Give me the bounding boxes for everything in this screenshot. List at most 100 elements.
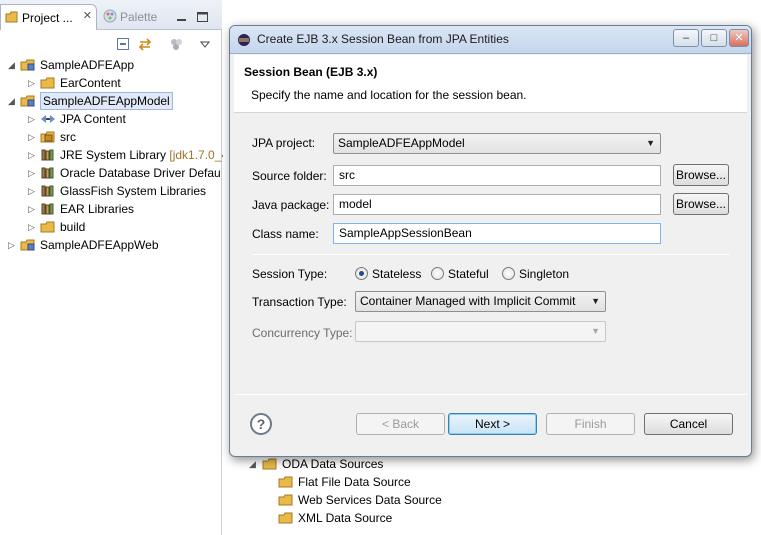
tree-item-label: src (60, 130, 76, 144)
java-package-field[interactable]: model (333, 194, 661, 215)
folder-icon (5, 10, 19, 24)
concurrency-type-select: ▼ (355, 321, 606, 342)
folder-icon (278, 475, 294, 489)
tree-item-label: JRE System Library [jdk1.7.0_4 (60, 148, 229, 162)
expanded-arrow-icon[interactable]: ◢ (249, 455, 256, 473)
tree-item-decoration: [jdk1.7.0_4 (169, 148, 229, 162)
palette-icon (103, 9, 117, 23)
transaction-type-label: Transaction Type: (252, 295, 347, 309)
dialog-titlebar[interactable]: Create EJB 3.x Session Bean from JPA Ent… (230, 26, 751, 54)
stateful-radio[interactable] (431, 267, 444, 280)
collapsed-arrow-icon[interactable]: ▷ (28, 182, 38, 200)
java-package-label: Java package: (252, 198, 330, 212)
tree-item-label: EAR Libraries (60, 202, 135, 216)
collapsed-arrow-icon[interactable]: ▷ (28, 146, 38, 164)
jpa-icon (40, 112, 56, 126)
link-with-editor-icon[interactable] (138, 37, 152, 51)
close-button[interactable]: ✕ (729, 29, 749, 47)
tab-project-explorer[interactable]: Project ... ✕ (0, 4, 97, 30)
folder-icon (40, 76, 56, 90)
collapsed-arrow-icon[interactable]: ▷ (28, 200, 38, 218)
library-icon (40, 184, 56, 198)
filter-icon[interactable] (169, 37, 183, 51)
view-menu-icon[interactable] (198, 37, 212, 51)
chevron-down-icon: ▼ (591, 326, 600, 336)
wizard-content: JPA project: SampleADFEAppModel ▼ Source… (234, 114, 747, 398)
collapsed-arrow-icon[interactable]: ▷ (28, 110, 38, 128)
explorer-toolbar (0, 31, 222, 55)
dialog-title: Create EJB 3.x Session Bean from JPA Ent… (257, 32, 509, 46)
session-type-label: Session Type: (252, 267, 328, 281)
folder-icon (40, 220, 56, 234)
folder-icon (278, 511, 294, 525)
collapsed-arrow-icon[interactable]: ▷ (28, 74, 38, 92)
minimize-view-icon[interactable] (176, 11, 187, 21)
create-session-bean-dialog: Create EJB 3.x Session Bean from JPA Ent… (229, 25, 752, 457)
tree-item-label: SampleADFEAppWeb (40, 238, 159, 252)
source-folder-field[interactable]: src (333, 165, 661, 186)
singleton-label[interactable]: Singleton (519, 267, 569, 281)
tree-item-label: JPA Content (60, 112, 126, 126)
wizard-header: Session Bean (EJB 3.x) Specify the name … (234, 55, 747, 113)
tree-item-label: build (60, 220, 86, 234)
project-icon (20, 238, 36, 252)
tree-item-label: GlassFish System Libraries (60, 184, 207, 198)
next-button[interactable]: Next > (448, 413, 537, 435)
tab-palette[interactable]: Palette (99, 4, 163, 30)
package-folder-icon (40, 130, 56, 144)
transaction-type-value: Container Managed with Implicit Commit (360, 294, 576, 308)
library-icon (40, 166, 56, 180)
collapsed-arrow-icon[interactable]: ▷ (28, 218, 38, 236)
maximize-button[interactable]: □ (701, 29, 727, 47)
collapsed-arrow-icon[interactable]: ▷ (28, 128, 38, 146)
separator (252, 254, 730, 255)
chevron-down-icon: ▼ (646, 138, 655, 148)
transaction-type-select[interactable]: Container Managed with Implicit Commit ▼ (355, 291, 606, 312)
collapse-all-icon[interactable] (116, 37, 130, 51)
browse-source-folder-button[interactable]: Browse... (673, 164, 729, 186)
jpa-project-select[interactable]: SampleADFEAppModel ▼ (333, 133, 661, 154)
chevron-down-icon: ▼ (591, 296, 600, 306)
stateless-radio[interactable] (355, 267, 368, 280)
concurrency-type-label: Concurrency Type: (252, 326, 353, 340)
explorer-tab-bar: Project ... ✕ Palette (0, 0, 222, 30)
finish-button: Finish (546, 413, 635, 435)
project-icon (20, 94, 36, 108)
page-description: Specify the name and location for the se… (251, 88, 527, 102)
expanded-arrow-icon[interactable]: ◢ (8, 92, 18, 110)
cancel-button[interactable]: Cancel (644, 413, 733, 435)
project-icon (20, 58, 36, 72)
back-button: < Back (356, 413, 445, 435)
data-source-label: Web Services Data Source (298, 493, 442, 507)
tree-item-label: Oracle Database Driver Defau (60, 166, 221, 180)
jpa-project-value: SampleADFEAppModel (338, 136, 465, 150)
browse-java-package-button[interactable]: Browse... (673, 193, 729, 215)
data-source-label: ODA Data Sources (282, 457, 384, 471)
tree-item-label: SampleADFEAppModel (40, 92, 173, 110)
library-icon (40, 202, 56, 216)
singleton-radio[interactable] (502, 267, 515, 280)
minimize-button[interactable]: – (673, 29, 699, 47)
tree-item-label: SampleADFEApp (40, 58, 135, 72)
close-icon[interactable]: ✕ (83, 9, 92, 22)
expanded-arrow-icon[interactable]: ◢ (8, 56, 18, 74)
page-title: Session Bean (EJB 3.x) (244, 65, 378, 79)
data-source-label: XML Data Source (298, 511, 393, 525)
maximize-view-icon[interactable] (197, 11, 208, 22)
tab-label: Palette (120, 10, 158, 24)
tree-item-label: EarContent (60, 76, 121, 90)
class-name-label: Class name: (252, 227, 319, 241)
project-explorer-panel: Project ... ✕ Palette ◢ SampleADFEApp ▷ Ear… (0, 0, 228, 535)
separator (234, 394, 747, 395)
collapsed-arrow-icon[interactable]: ▷ (28, 164, 38, 182)
help-icon[interactable]: ? (250, 413, 272, 435)
collapsed-arrow-icon[interactable]: ▷ (8, 236, 18, 254)
class-name-field[interactable]: SampleAppSessionBean (333, 223, 661, 244)
source-folder-label: Source folder: (252, 169, 327, 183)
stateful-label[interactable]: Stateful (448, 267, 489, 281)
stateless-label[interactable]: Stateless (372, 267, 421, 281)
library-icon (40, 148, 56, 162)
eclipse-icon (237, 33, 251, 47)
folder-icon (262, 457, 278, 471)
folder-icon (278, 493, 294, 507)
